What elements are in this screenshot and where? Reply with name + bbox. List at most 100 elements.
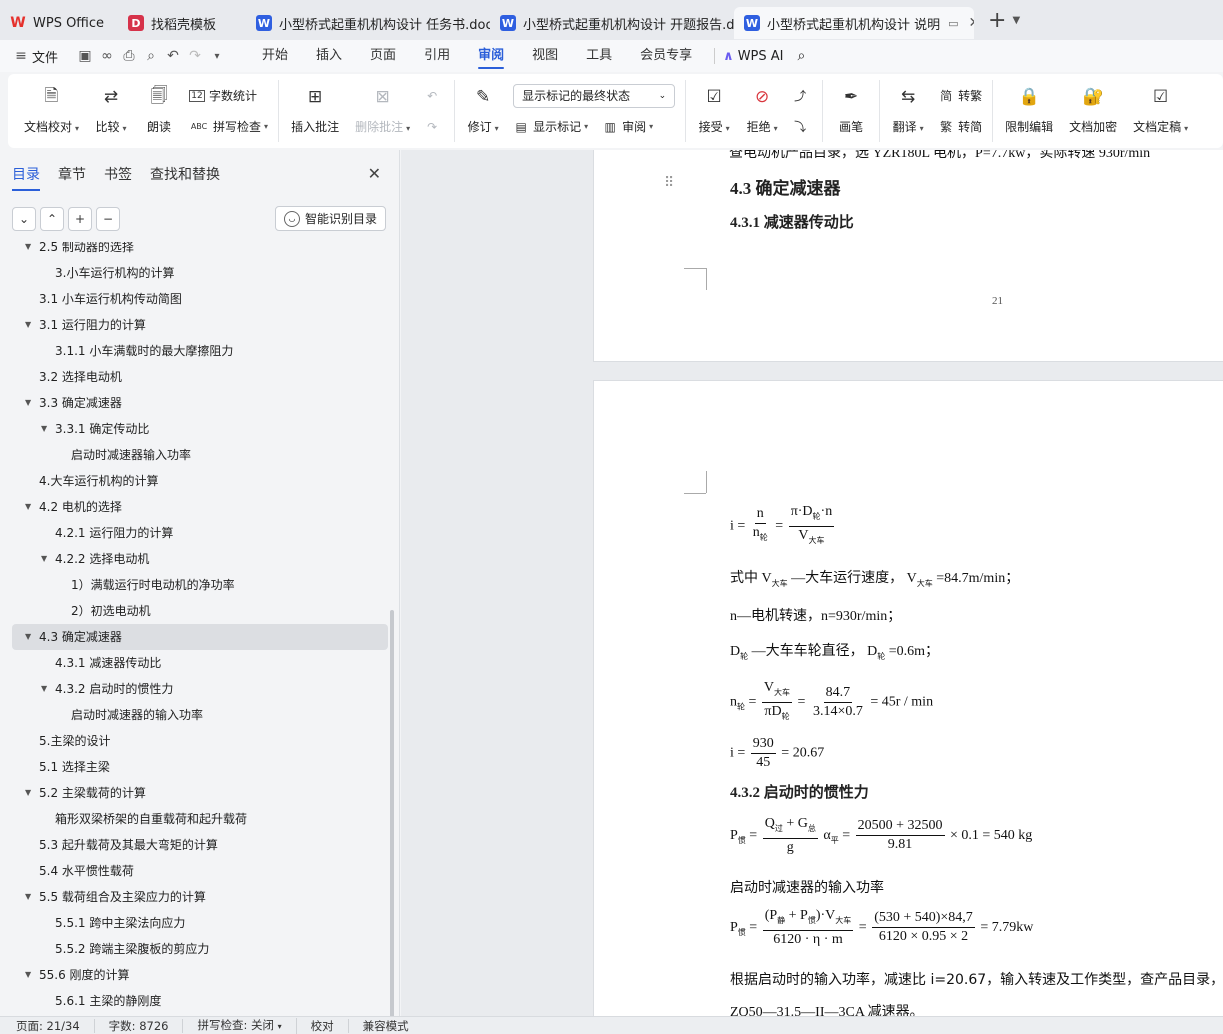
- translate-button[interactable]: ⇆ 翻译 ▾: [884, 80, 932, 142]
- status-spell-check[interactable]: 拼写检查: 关闭 ▾: [183, 1017, 297, 1034]
- collapse-arrow-icon[interactable]: ▼: [25, 962, 31, 988]
- save-icon[interactable]: ▣: [74, 48, 96, 64]
- menu-tools[interactable]: 工具: [572, 40, 626, 72]
- menu-review[interactable]: 审阅: [464, 40, 518, 72]
- scrollbar[interactable]: [390, 610, 394, 1028]
- reject-button[interactable]: ⊘ 拒绝 ▾: [738, 80, 786, 142]
- toc-item[interactable]: 3.1.1 小车满载时的最大摩擦阻力: [0, 338, 400, 364]
- tab-task-doc[interactable]: W 小型桥式起重机机构设计 任务书.doc: [246, 7, 490, 39]
- remove-heading-icon[interactable]: −: [96, 207, 120, 231]
- search-icon[interactable]: ⌕: [798, 48, 806, 64]
- chevron-down-icon[interactable]: ▾: [206, 51, 228, 62]
- new-tab-plus-icon[interactable]: +: [988, 8, 1006, 33]
- collapse-arrow-icon[interactable]: ▼: [25, 312, 31, 338]
- insert-comment-button[interactable]: ⊞ 插入批注: [283, 80, 347, 142]
- collapse-arrow-icon[interactable]: ▼: [41, 416, 47, 442]
- menu-insert[interactable]: 插入: [302, 40, 356, 72]
- close-icon[interactable]: ✕: [368, 164, 381, 183]
- menu-references[interactable]: 引用: [410, 40, 464, 72]
- toc-item[interactable]: ▼ 5.5 载荷组合及主梁应力的计算: [0, 884, 400, 910]
- toc-item[interactable]: 5.1 选择主梁: [0, 754, 400, 780]
- toc-item[interactable]: 5.5.1 跨中主梁法向应力: [0, 910, 400, 936]
- pen-button[interactable]: ✒ 画笔: [827, 80, 875, 142]
- collapse-arrow-icon[interactable]: ▼: [25, 624, 31, 650]
- to-traditional-button[interactable]: 简 转繁: [938, 84, 982, 108]
- toc-item[interactable]: 1）满载运行时电动机的净功率: [0, 572, 400, 598]
- toc-item[interactable]: 2）初选电动机: [0, 598, 400, 624]
- undo-icon[interactable]: ↶: [162, 48, 184, 64]
- toc-item[interactable]: 5.5.2 跨端主梁腹板的剪应力: [0, 936, 400, 962]
- tab-sections[interactable]: 章节: [58, 164, 86, 191]
- toc-item[interactable]: 3.1 小车运行机构传动简图: [0, 286, 400, 312]
- toc-item[interactable]: ▼ 55.6 刚度的计算: [0, 962, 400, 988]
- toc-item[interactable]: 启动时减速器输入功率: [0, 442, 400, 468]
- collapse-icon[interactable]: ⌄: [12, 207, 36, 231]
- redo-icon[interactable]: ↷: [184, 48, 206, 64]
- collapse-arrow-icon[interactable]: ▼: [41, 546, 47, 572]
- toc-item[interactable]: ▼ 4.2.2 选择电动机: [0, 546, 400, 572]
- encrypt-button[interactable]: 🔐 文档加密: [1061, 80, 1125, 142]
- menu-membership[interactable]: 会员专享: [626, 40, 706, 72]
- finalize-button[interactable]: ☑ 文档定稿 ▾: [1125, 80, 1196, 142]
- toc-item[interactable]: 启动时减速器的输入功率: [0, 702, 400, 728]
- tab-find-replace[interactable]: 查找和替换: [150, 164, 220, 191]
- toc-item[interactable]: ▼ 4.2 电机的选择: [0, 494, 400, 520]
- word-count-button[interactable]: 12 字数统计: [189, 84, 268, 108]
- next-comment-button[interactable]: ↷: [424, 115, 444, 139]
- show-markup-button[interactable]: ▤ 显示标记 ▾: [513, 115, 588, 139]
- tab-toc[interactable]: 目录: [12, 164, 40, 191]
- toc-item[interactable]: ▼ 2.5 制动器的选择: [0, 242, 400, 260]
- collapse-arrow-icon[interactable]: ▼: [25, 494, 31, 520]
- toc-item[interactable]: ▼ 5.2 主梁载荷的计算: [0, 780, 400, 806]
- print-icon[interactable]: ⎙: [118, 48, 140, 64]
- delete-comment-button[interactable]: ⊠ 删除批注 ▾: [347, 80, 418, 142]
- print-preview-icon[interactable]: ⌕: [140, 48, 162, 64]
- hamburger-icon[interactable]: ≡: [10, 48, 32, 64]
- wps-ai-button[interactable]: WPS AI: [738, 49, 784, 64]
- monitor-icon[interactable]: ▭: [948, 17, 958, 30]
- previous-comment-button[interactable]: ↶: [424, 84, 444, 108]
- toc-item[interactable]: 5.3 起升载荷及其最大弯矩的计算: [0, 832, 400, 858]
- chevron-down-icon[interactable]: ▼: [1012, 15, 1020, 26]
- status-page[interactable]: 页面: 21/34: [0, 1018, 95, 1033]
- collapse-arrow-icon[interactable]: ▼: [25, 242, 31, 260]
- toc-item[interactable]: 3.2 选择电动机: [0, 364, 400, 390]
- toc-item[interactable]: 5.6.1 主梁的静刚度: [0, 988, 400, 1014]
- collapse-arrow-icon[interactable]: ▼: [41, 676, 47, 702]
- link-icon[interactable]: ∞: [96, 48, 118, 64]
- drag-handle-icon[interactable]: ⠿: [664, 175, 674, 191]
- menu-start[interactable]: 开始: [248, 40, 302, 72]
- expand-icon[interactable]: ⌃: [40, 207, 64, 231]
- spell-check-button[interactable]: ABC 拼写检查 ▾: [189, 115, 268, 139]
- previous-change-button[interactable]: ⤴: [792, 84, 812, 108]
- revise-button[interactable]: ✎ 修订 ▾: [459, 80, 507, 142]
- collapse-arrow-icon[interactable]: ▼: [25, 390, 31, 416]
- next-change-button[interactable]: ⤵: [792, 115, 812, 139]
- proofread-button[interactable]: 🗎 文档校对 ▾: [16, 80, 87, 142]
- tab-proposal-doc[interactable]: W 小型桥式起重机机构设计 开题报告.dc: [490, 7, 734, 39]
- accept-button[interactable]: ☑ 接受 ▾: [690, 80, 738, 142]
- compare-button[interactable]: ⇄ 比较 ▾: [87, 80, 135, 142]
- toc-item[interactable]: 5.主梁的设计: [0, 728, 400, 754]
- add-heading-icon[interactable]: +: [68, 207, 92, 231]
- status-word-count[interactable]: 字数: 8726: [95, 1018, 184, 1033]
- collapse-arrow-icon[interactable]: ▼: [25, 884, 31, 910]
- toc-item[interactable]: 4.2.1 运行阻力的计算: [0, 520, 400, 546]
- read-aloud-button[interactable]: 🗐 朗读: [135, 80, 183, 142]
- tab-active-doc[interactable]: W 小型桥式起重机机构设计 说明 ▭ ✕: [734, 7, 974, 39]
- review-pane-button[interactable]: ▥ 审阅 ▾: [602, 115, 653, 139]
- tab-wps-office[interactable]: W WPS Office: [0, 7, 118, 39]
- markup-state-select[interactable]: 显示标记的最终状态 ⌄: [513, 83, 676, 108]
- toc-item[interactable]: ▼ 4.3.2 启动时的惯性力: [0, 676, 400, 702]
- file-menu[interactable]: 文件: [32, 47, 58, 66]
- collapse-arrow-icon[interactable]: ▼: [25, 780, 31, 806]
- toc-item[interactable]: 4.大车运行机构的计算: [0, 468, 400, 494]
- toc-item[interactable]: 5.4 水平惯性载荷: [0, 858, 400, 884]
- toc-item[interactable]: ▼ 3.1 运行阻力的计算: [0, 312, 400, 338]
- toc-item[interactable]: 箱形双梁桥架的自重载荷和起升载荷: [0, 806, 400, 832]
- restrict-edit-button[interactable]: 🔒 限制编辑: [997, 80, 1061, 142]
- menu-page[interactable]: 页面: [356, 40, 410, 72]
- status-proof[interactable]: 校对: [297, 1018, 349, 1033]
- to-simplified-button[interactable]: 繁 转简: [938, 115, 982, 139]
- toc-item[interactable]: ▼ 3.3.1 确定传动比: [0, 416, 400, 442]
